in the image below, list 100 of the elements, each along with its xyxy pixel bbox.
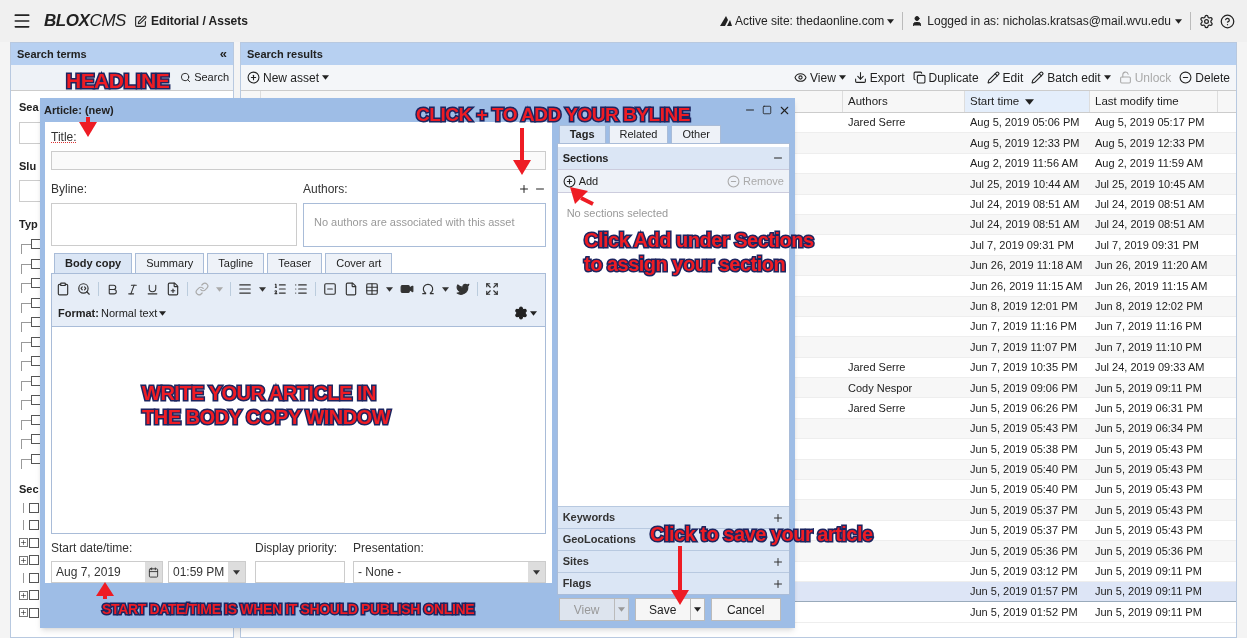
editor-tab[interactable]: Body copy [54,253,133,274]
column-header[interactable]: Last modify time [1090,91,1218,112]
checkbox[interactable] [31,434,41,445]
table-cell: Jun 5, 2019 05:38 PM [970,442,1078,455]
accordion-header[interactable]: GeoLocations [562,531,636,548]
expand-icon[interactable] [19,608,28,618]
italic-icon[interactable] [126,282,139,296]
expand-icon[interactable] [772,555,784,568]
checkbox[interactable] [29,502,39,513]
priority-input[interactable] [255,561,345,583]
add-button[interactable]: Add [562,172,599,190]
table-cell: Aug 5, 2019 05:17 PM [1095,116,1205,129]
checkbox[interactable] [31,356,41,367]
time-dropdown[interactable]: 01:59 PM [168,561,246,583]
toolbar-button[interactable]: Export [853,68,905,87]
expand-icon[interactable] [19,538,28,548]
collapse-button[interactable]: « [219,44,227,64]
table-cell: Jun 26, 2019 11:15 AM [970,279,1083,292]
bullet-list-icon[interactable] [294,282,308,297]
table-cell: Jun 7, 2019 11:16 PM [1095,320,1202,333]
checkbox[interactable] [29,590,39,601]
checkbox[interactable] [29,520,39,531]
expand-icon[interactable] [19,590,28,600]
dialog-title: Article: (new) [44,102,114,118]
checkbox[interactable] [29,572,39,583]
caret-icon [233,569,240,575]
caret-icon [322,75,330,80]
checkbox[interactable] [29,537,39,548]
editor-tab[interactable]: Teaser [267,253,323,274]
side-tab[interactable]: Related [608,125,669,143]
accordion-header[interactable]: Sites [562,553,589,570]
square-minus-icon[interactable] [323,282,337,297]
magnifier-icon[interactable] [77,282,91,297]
checkbox[interactable] [29,607,39,618]
bold-icon[interactable] [106,282,119,296]
new-asset-button[interactable]: New asset [247,68,330,87]
logo[interactable]: BLOXCMS [44,8,127,34]
checkbox[interactable] [29,555,39,566]
dialog-button[interactable]: Cancel [710,598,781,621]
align-icon[interactable] [238,282,252,297]
checkbox[interactable] [31,414,41,425]
maximize-icon[interactable] [762,105,772,115]
settings-icon[interactable] [513,306,528,321]
date-input[interactable]: Aug 7, 2019 [51,561,163,583]
table-cell: Aug 5, 2019 05:06 PM [970,116,1080,129]
checkbox[interactable] [31,375,41,386]
toolbar-button[interactable]: View [794,68,846,87]
presentation-dropdown[interactable]: - None - [353,561,546,583]
toolbar-button[interactable]: Batch edit [1031,68,1111,87]
section-title: Sections [562,150,609,166]
table-cell: Jul 24, 2019 08:51 AM [970,198,1080,210]
byline-input[interactable] [51,203,297,247]
table-cell: Jun 5, 2019 03:12 PM [970,565,1078,578]
side-tab[interactable]: Other [671,125,721,143]
fullscreen-icon[interactable] [485,282,499,297]
help-icon[interactable] [1220,13,1235,29]
column-header[interactable]: Start time [965,91,1090,112]
checkbox[interactable] [31,297,41,308]
table-cell: Jul 7, 2019 09:31 PM [1095,238,1199,251]
expand-icon[interactable] [772,511,784,524]
omega-icon[interactable] [421,282,435,297]
checkbox[interactable] [31,278,41,289]
table-cell: Jun 5, 2019 05:43 PM [1095,483,1203,496]
editor-tab[interactable]: Tagline [207,253,265,274]
expand-icon[interactable] [772,577,784,590]
side-tab[interactable]: Tags [558,125,606,143]
annotation-text: Click to save your article [650,522,873,546]
editor-tab[interactable]: Cover art [325,253,393,274]
checkbox[interactable] [31,395,41,406]
toolbar-button[interactable]: Delete [1179,68,1230,87]
accordion-header[interactable]: Keywords [562,509,616,526]
accordion-header[interactable]: Flags [562,575,592,592]
user-menu[interactable]: Logged in as: nicholas.kratsas@mail.wvu.edu [903,12,1191,30]
add-icon[interactable] [517,183,530,196]
editor-tab[interactable]: Summary [135,253,205,274]
expand-icon[interactable] [19,555,28,565]
file-icon[interactable] [344,282,358,297]
underline-icon[interactable] [146,282,159,296]
search-button[interactable]: Search [180,69,229,86]
checkbox[interactable] [31,258,41,269]
numbered-list-icon[interactable] [273,282,287,297]
bird-icon[interactable] [456,282,470,297]
caret-icon [1175,18,1182,24]
checkbox[interactable] [31,317,41,328]
checkbox[interactable] [31,336,41,347]
clipboard-icon[interactable] [56,282,70,297]
file-plus-icon[interactable] [166,282,180,297]
dialog-button[interactable]: Save [634,598,705,621]
toolbar-button[interactable]: Duplicate [912,68,979,87]
title-input[interactable] [51,151,546,171]
toolbar-button[interactable]: Edit [986,68,1024,87]
checkbox[interactable] [31,453,41,464]
user-icon [911,15,924,27]
table-cell: Jun 5, 2019 05:43 PM [970,422,1078,435]
active-site-menu[interactable]: Active site: thedaonline.com [719,12,904,30]
format-dropdown[interactable]: Format: Normal text [56,304,167,322]
table-icon[interactable] [365,282,379,297]
checkbox[interactable] [31,239,41,250]
menu-icon[interactable] [12,11,32,31]
settings-icon[interactable] [1199,13,1214,29]
